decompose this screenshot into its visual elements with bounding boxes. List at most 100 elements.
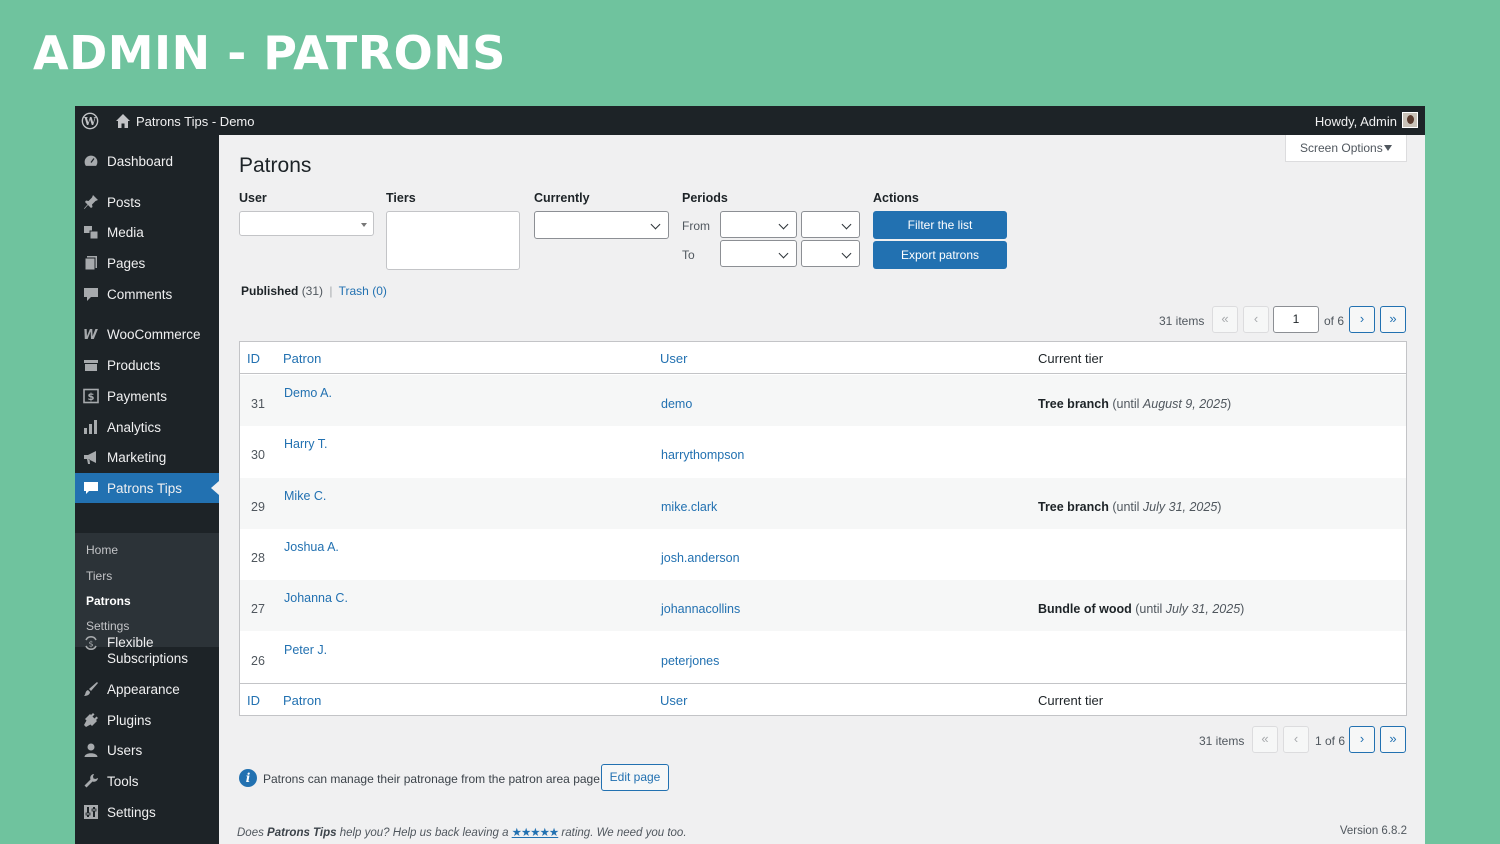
page-of-total: 1 of 6 (1315, 734, 1346, 748)
sidebar-item-settings[interactable]: Settings (75, 797, 219, 827)
to-label: To (682, 248, 695, 262)
trash-count[interactable]: (0) (372, 284, 387, 298)
cell-id: 29 (251, 499, 265, 514)
column-user[interactable]: User (660, 351, 687, 366)
cell-patron-link[interactable]: Johanna C. (284, 591, 348, 605)
sidebar-item-users[interactable]: Users (75, 735, 219, 765)
tier-name: Bundle of wood (1038, 602, 1132, 617)
site-name-link[interactable]: Patrons Tips - Demo (136, 114, 255, 129)
actions-label: Actions (873, 191, 919, 205)
sidebar-item-posts[interactable]: Posts (75, 187, 219, 217)
sidebar-item-label: Dashboard (107, 154, 174, 169)
sidebar-item-label-line2: Subscriptions (107, 651, 189, 666)
current-page-input[interactable]: 1 (1273, 306, 1319, 333)
export-patrons-button[interactable]: Export patrons (873, 241, 1007, 269)
sidebar-item-patrons-tips[interactable]: Patrons Tips (75, 473, 219, 503)
sidebar-item-marketing[interactable]: Marketing (75, 442, 219, 472)
tier-close: ) (1217, 499, 1222, 514)
chat-icon (84, 482, 98, 494)
cell-current-tier: Tree branch (until July 31, 2025) (1038, 500, 1221, 514)
page-title: Patrons (239, 154, 312, 177)
megaphone-icon (84, 451, 96, 464)
cell-patron-link[interactable]: Joshua A. (284, 540, 339, 554)
sidebar-item-label: Tools (107, 774, 139, 789)
sidebar-item-woocommerce[interactable]: W WooCommerce (75, 319, 219, 349)
from-month-select[interactable] (720, 211, 797, 238)
submenu-item-home[interactable]: Home (86, 543, 118, 557)
tier-date: July 31, 2025 (1165, 602, 1241, 617)
sidebar-item-media[interactable]: Media (75, 217, 219, 247)
tier-close: ) (1227, 397, 1232, 411)
next-page-button[interactable]: › (1349, 726, 1375, 753)
first-page-button[interactable]: « (1252, 726, 1278, 753)
avatar[interactable] (1402, 112, 1418, 128)
cell-patron-link[interactable]: Mike C. (284, 489, 326, 503)
sidebar-item-comments[interactable]: Comments (75, 279, 219, 309)
svg-text:W: W (83, 328, 98, 342)
currently-select[interactable] (534, 211, 669, 239)
sidebar-item-pages[interactable]: Pages (75, 248, 219, 278)
footer-middle: help you? Help us back leaving a (336, 827, 512, 839)
cell-user-link[interactable]: peterjones (661, 654, 719, 668)
column-id[interactable]: ID (247, 351, 260, 366)
view-trash[interactable]: Trash (339, 284, 369, 298)
dashboard-icon (83, 154, 99, 168)
column-user[interactable]: User (660, 693, 687, 708)
cell-patron-link[interactable]: Harry T. (284, 437, 328, 451)
cell-patron-link[interactable]: Demo A. (284, 386, 332, 400)
to-month-select[interactable] (720, 240, 797, 267)
last-page-button[interactable]: » (1380, 726, 1406, 753)
column-patron[interactable]: Patron (283, 693, 321, 708)
tier-until: (until (1108, 499, 1143, 514)
sidebar-item-plugins[interactable]: Plugins (75, 705, 219, 735)
rating-stars-link[interactable]: ★★★★★ (512, 827, 560, 839)
cell-id: 31 (251, 397, 265, 411)
chevron-down-icon (650, 219, 661, 230)
media-icon (84, 226, 99, 240)
howdy-user-menu[interactable]: Howdy, Admin (1315, 114, 1397, 129)
table-row: 31 Demo A. demo Tree branch (until August 9… (240, 375, 1406, 426)
next-page-button[interactable]: › (1349, 306, 1375, 333)
sidebar-item-label: Media (107, 225, 144, 240)
cell-user-link[interactable]: mike.clark (661, 500, 717, 514)
sidebar-item-appearance[interactable]: Appearance (75, 674, 219, 704)
cell-patron-link[interactable]: Peter J. (284, 643, 327, 657)
periods-filter-label: Periods (682, 191, 728, 205)
to-year-select[interactable] (801, 240, 860, 267)
sidebar-item-analytics[interactable]: Analytics (75, 412, 219, 442)
column-patron[interactable]: Patron (283, 351, 321, 366)
filter-list-button[interactable]: Filter the list (873, 211, 1007, 239)
prev-page-button[interactable]: ‹ (1243, 306, 1269, 333)
wordpress-logo-icon[interactable]: W (81, 112, 99, 130)
cell-user-link[interactable]: johannacollins (661, 602, 740, 616)
sidebar-item-dashboard[interactable]: Dashboard (75, 146, 219, 176)
sidebar-item-flexible-subscriptions[interactable]: $ Flexible Subscriptions (75, 627, 219, 671)
sidebar-item-payments[interactable]: $ Payments (75, 381, 219, 411)
sidebar-item-tools[interactable]: Tools (75, 766, 219, 796)
last-page-button[interactable]: » (1380, 306, 1406, 333)
admin-bar: W Patrons Tips - Demo Howdy, Admin (75, 106, 1425, 135)
from-year-select[interactable] (801, 211, 860, 238)
prev-page-button[interactable]: ‹ (1283, 726, 1309, 753)
cell-user-link[interactable]: josh.anderson (661, 551, 740, 565)
currently-filter-label: Currently (534, 191, 590, 205)
admin-sidebar: Dashboard Posts Media Pages Comments W W… (75, 135, 219, 844)
screen-options-toggle[interactable]: Screen Options (1285, 135, 1407, 162)
tiers-multiselect[interactable] (386, 211, 520, 270)
view-published[interactable]: Published (241, 284, 298, 298)
column-id[interactable]: ID (247, 693, 260, 708)
items-count: 31 items (1159, 314, 1205, 328)
user-select[interactable] (239, 211, 374, 236)
cell-user-link[interactable]: harrythompson (661, 448, 744, 462)
sidebar-item-products[interactable]: Products (75, 350, 219, 380)
comment-icon (84, 288, 98, 301)
cell-current-tier: Bundle of wood (until July 31, 2025) (1038, 602, 1244, 616)
home-icon[interactable] (115, 113, 131, 129)
submenu-item-tiers[interactable]: Tiers (86, 569, 112, 583)
cell-user-link[interactable]: demo (661, 397, 692, 411)
table-footer: ID Patron User Current tier (240, 683, 1406, 715)
first-page-button[interactable]: « (1212, 306, 1238, 333)
edit-page-button[interactable]: Edit page (601, 764, 669, 791)
submenu-item-patrons[interactable]: Patrons (86, 594, 131, 608)
pages-icon (84, 256, 97, 271)
